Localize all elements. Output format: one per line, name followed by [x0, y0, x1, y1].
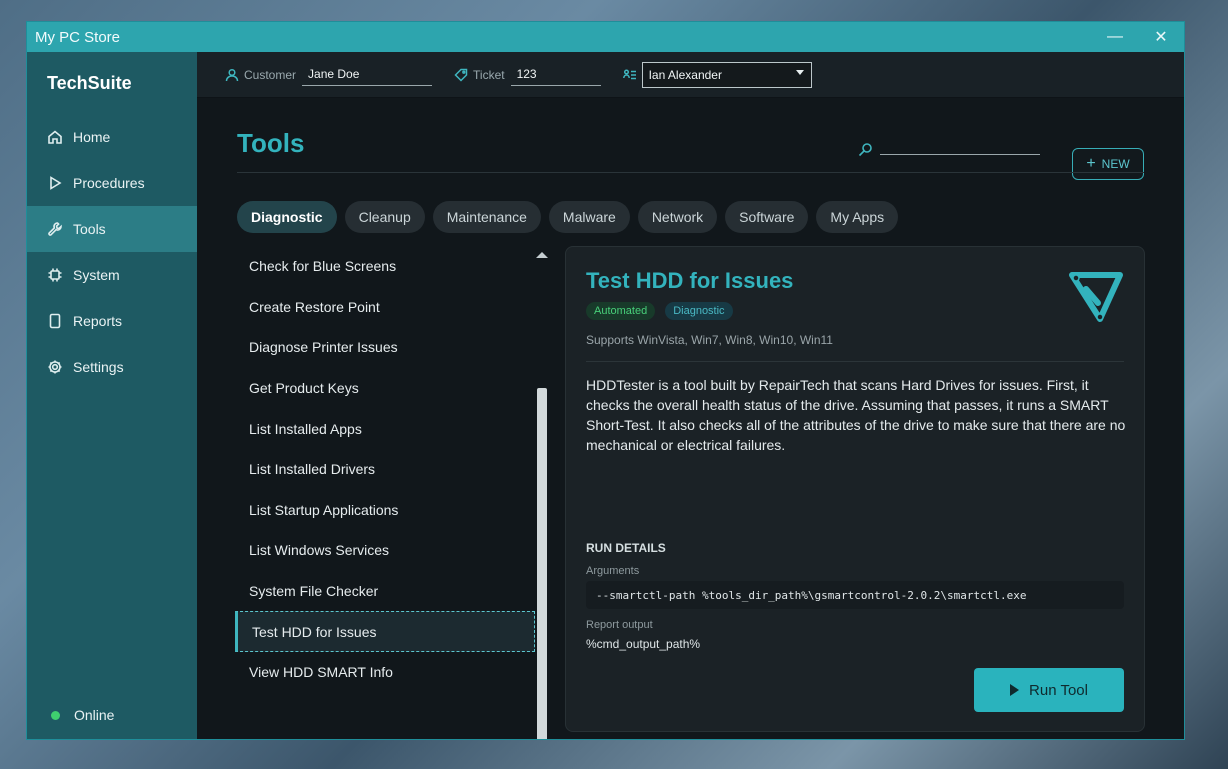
technician-field-group: Ian Alexander: [622, 61, 812, 88]
tab-software[interactable]: Software: [725, 201, 809, 233]
tab-maintenance[interactable]: Maintenance: [432, 201, 541, 233]
status-dot-icon: [51, 710, 60, 720]
new-tool-button[interactable]: + NEW: [1072, 148, 1144, 180]
list-item[interactable]: Get Product Keys: [235, 368, 535, 409]
customer-field-group: Customer Jane Doe: [225, 64, 433, 86]
status-label: Online: [74, 707, 115, 723]
search-underline: [880, 154, 1040, 155]
tool-detail-card: Test HDD for Issues Automated Diagnostic…: [565, 246, 1145, 732]
list-item-selected[interactable]: Test HDD for Issues: [235, 611, 535, 652]
sidebar: TechSuite Home Procedures Tools System R…: [27, 52, 197, 739]
sidebar-item-label: Home: [73, 129, 111, 145]
tab-diagnostic[interactable]: Diagnostic: [237, 201, 337, 233]
sidebar-item-settings[interactable]: Settings: [27, 344, 197, 390]
tool-description: HDDTester is a tool built by RepairTech …: [586, 377, 1126, 453]
sidebar-item-system[interactable]: System: [27, 252, 197, 298]
card-divider: [586, 361, 1124, 362]
sidebar-item-label: Tools: [73, 221, 106, 237]
sidebar-item-label: System: [73, 267, 120, 283]
new-button-label: NEW: [1101, 157, 1130, 171]
tools-page: Tools + NEW Diagnostic Cleanup Maintenan…: [197, 98, 1184, 739]
main-area: Customer Jane Doe Ticket 123 Ian Alexand…: [197, 52, 1184, 739]
connection-status: Online: [51, 707, 114, 723]
tab-my-apps[interactable]: My Apps: [816, 201, 899, 233]
document-icon: [49, 313, 61, 329]
run-tool-label: Run Tool: [1029, 681, 1088, 699]
brand-name: TechSuite: [47, 72, 132, 93]
search-icon: [858, 143, 872, 157]
close-button[interactable]: ✕: [1138, 22, 1184, 52]
list-item[interactable]: View HDD SMART Info: [235, 652, 535, 693]
sidebar-item-tools[interactable]: Tools: [27, 206, 197, 252]
page-title: Tools: [237, 128, 305, 158]
sidebar-item-reports[interactable]: Reports: [27, 298, 197, 344]
user-icon: [225, 68, 239, 81]
list-item[interactable]: List Installed Apps: [235, 408, 535, 449]
title-divider: [237, 172, 1144, 173]
search-input[interactable]: [880, 132, 1040, 154]
repairtech-logo-icon: [1069, 272, 1123, 322]
badge-automated: Automated: [586, 302, 656, 320]
sidebar-item-procedures[interactable]: Procedures: [27, 160, 197, 206]
list-item[interactable]: Diagnose Printer Issues: [235, 327, 535, 368]
session-bar: Customer Jane Doe Ticket 123 Ian Alexand…: [197, 52, 1184, 98]
sidebar-item-label: Reports: [73, 313, 123, 329]
sidebar-item-home[interactable]: Home: [27, 114, 197, 160]
list-item[interactable]: System File Checker: [235, 571, 535, 612]
tab-cleanup[interactable]: Cleanup: [344, 201, 425, 233]
window-title: My PC Store: [35, 28, 121, 46]
category-tabs: Diagnostic Cleanup Maintenance Malware N…: [237, 201, 906, 233]
technician-selected-value: Ian Alexander: [648, 67, 722, 82]
app-window: My PC Store — ✕ TechSuite Home Procedure…: [26, 21, 1185, 740]
search-box: [858, 132, 1060, 157]
technician-list-icon: [622, 68, 636, 79]
list-item[interactable]: Create Restore Point: [235, 287, 535, 328]
play-icon: [50, 176, 62, 190]
tab-malware[interactable]: Malware: [548, 201, 630, 233]
run-tool-button[interactable]: Run Tool: [974, 668, 1124, 712]
supported-os: Supports WinVista, Win7, Win8, Win10, Wi…: [586, 333, 833, 347]
run-details-heading: RUN DETAILS: [586, 541, 666, 555]
list-scrollbar-thumb[interactable]: [537, 388, 547, 739]
play-icon: [1010, 684, 1020, 696]
list-item[interactable]: List Installed Drivers: [235, 449, 535, 490]
chip-icon: [48, 268, 62, 282]
customer-label: Customer: [244, 67, 297, 82]
tool-title: Test HDD for Issues: [586, 268, 794, 293]
sidebar-item-label: Settings: [73, 359, 124, 375]
tool-list: Check for Blue Screens Create Restore Po…: [235, 246, 535, 734]
gear-icon: [48, 360, 62, 374]
chevron-down-icon: [795, 69, 804, 75]
tab-network[interactable]: Network: [637, 201, 718, 233]
title-bar: My PC Store — ✕: [27, 22, 1184, 52]
report-output-label: Report output: [586, 619, 653, 631]
tool-badges: Automated Diagnostic: [586, 302, 743, 320]
minimize-button[interactable]: —: [1092, 22, 1138, 52]
ticket-label: Ticket: [473, 67, 505, 82]
customer-input[interactable]: Jane Doe: [302, 64, 433, 86]
badge-diagnostic: Diagnostic: [665, 302, 733, 320]
sidebar-item-label: Procedures: [73, 175, 145, 191]
technician-select[interactable]: Ian Alexander: [641, 61, 812, 88]
plus-icon: +: [1086, 155, 1096, 172]
list-item[interactable]: List Startup Applications: [235, 490, 535, 531]
ticket-input[interactable]: 123: [510, 64, 601, 86]
tag-icon: [454, 68, 468, 82]
list-item[interactable]: Check for Blue Screens: [235, 246, 535, 287]
report-output-value: %cmd_output_path%: [586, 637, 701, 651]
ticket-field-group: Ticket 123: [454, 64, 601, 86]
arguments-label: Arguments: [586, 565, 640, 577]
scroll-up-arrow-icon[interactable]: [536, 252, 548, 258]
home-icon: [48, 130, 62, 144]
wrench-icon: [48, 222, 62, 236]
arguments-value: --smartctl-path %tools_dir_path%\gsmartc…: [586, 581, 1124, 609]
list-item[interactable]: List Windows Services: [235, 530, 535, 571]
